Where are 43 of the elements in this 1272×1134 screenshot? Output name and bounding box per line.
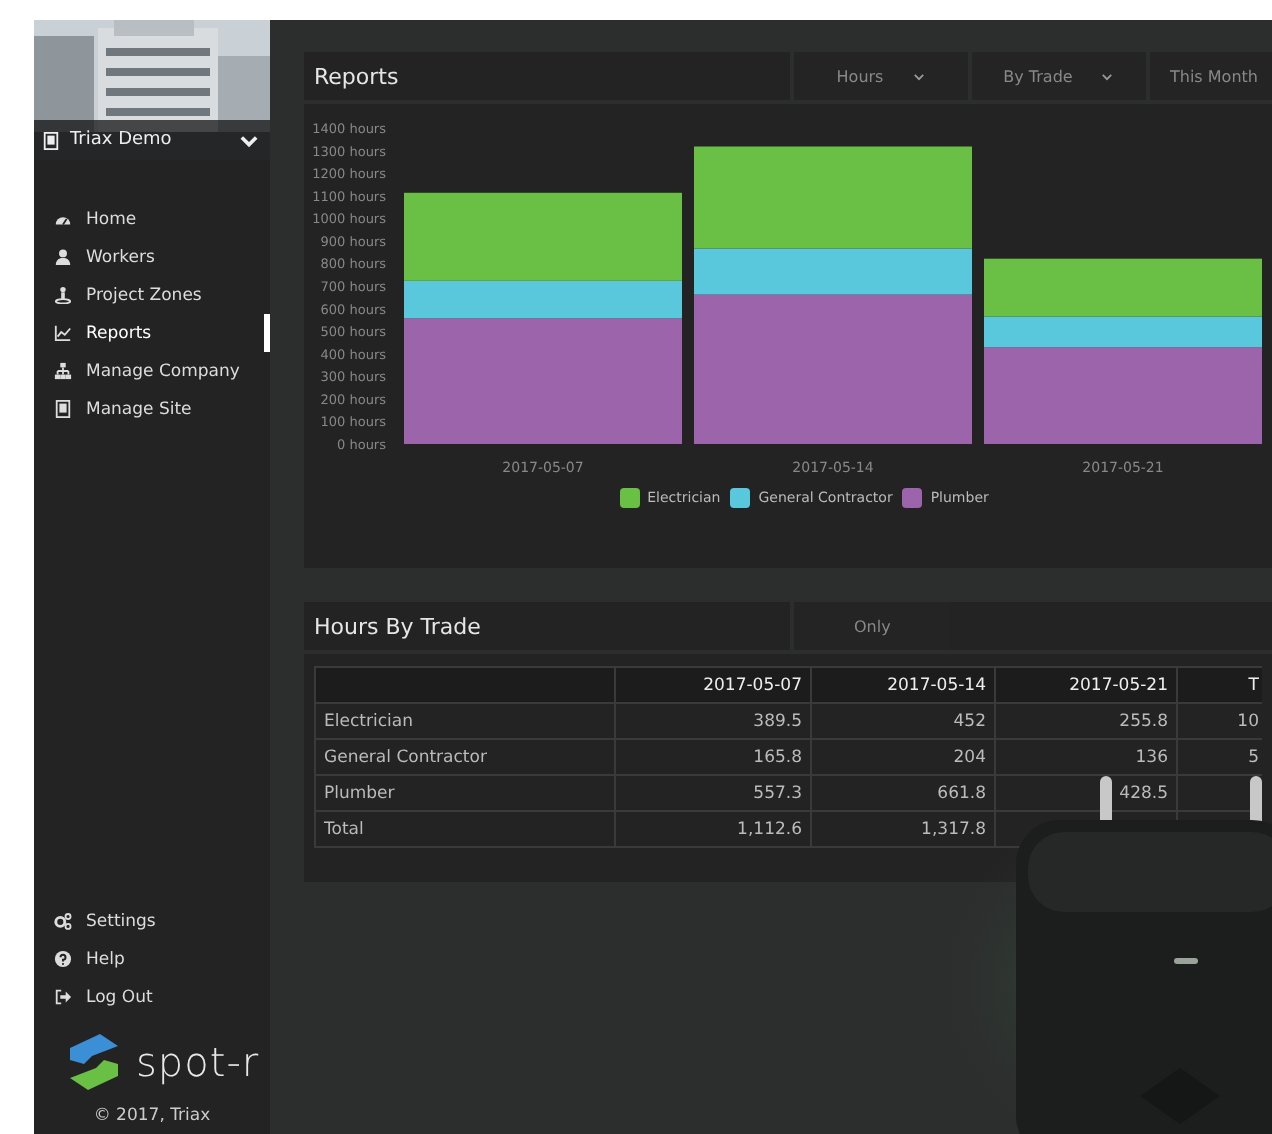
table-cell: Plumber: [315, 775, 615, 811]
nav-item[interactable]: Settings: [34, 902, 270, 940]
nav-item[interactable]: Workers: [34, 238, 270, 276]
nav-item[interactable]: Log Out: [34, 978, 270, 1016]
logout-icon: [54, 988, 72, 1006]
table-cell: 452: [811, 703, 995, 739]
table-cell: 255.8: [995, 703, 1177, 739]
building-icon: [42, 131, 60, 149]
column-header: T: [1177, 667, 1261, 703]
chevron-down-icon: [1100, 69, 1115, 83]
column-header: 2017-05-07: [615, 667, 811, 703]
table-cell: 204: [811, 739, 995, 775]
nav-item[interactable]: Home: [34, 200, 270, 238]
table-cell: 165.8: [615, 739, 811, 775]
table-cell: Total: [315, 811, 615, 847]
logo-icon: [64, 1032, 124, 1092]
table-cell: General Contractor: [315, 739, 615, 775]
building-icon: [54, 400, 72, 418]
nav-item[interactable]: Help: [34, 940, 270, 978]
logo-text: spot-r: [136, 1038, 260, 1086]
nav-item[interactable]: Manage Site: [34, 390, 270, 428]
table-cell: 1,112.6: [615, 811, 811, 847]
panel-title: Hours By Trade: [314, 613, 481, 639]
chevron-down-icon: [911, 69, 926, 83]
panel-title: Reports: [314, 63, 399, 89]
table-cell: 661.8: [811, 775, 995, 811]
person-pin-icon: [54, 286, 72, 304]
column-header: 2017-05-21: [995, 667, 1177, 703]
table-cell: 136: [995, 739, 1177, 775]
help-icon: [54, 950, 72, 968]
nav-item[interactable]: Project Zones: [34, 276, 270, 314]
site-selector[interactable]: Triax Demo: [34, 120, 270, 160]
user-icon: [54, 248, 72, 266]
gears-icon: [54, 912, 72, 930]
sitemap-icon: [54, 362, 72, 380]
nav-item[interactable]: Manage Company: [34, 352, 270, 390]
copyright-text: © 2017, Triax: [91, 1104, 213, 1130]
table-cell: 557.3: [615, 775, 811, 811]
line-chart-icon: [54, 324, 72, 342]
table-cell: Electrician: [315, 703, 615, 739]
table-cell: 389.5: [615, 703, 811, 739]
column-header: 2017-05-14: [811, 667, 995, 703]
chevron-down-icon: [240, 131, 258, 149]
